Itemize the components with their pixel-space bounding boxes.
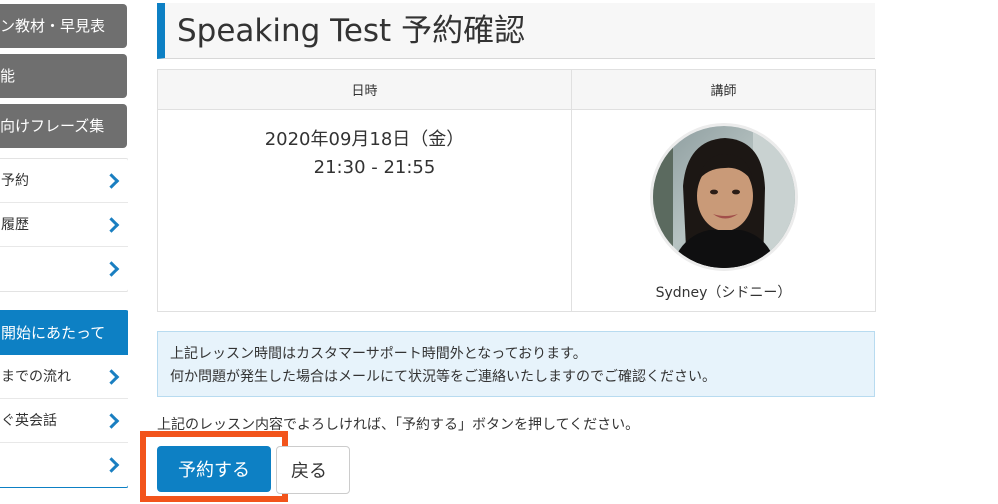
chevron-right-icon bbox=[103, 172, 120, 189]
reserve-button[interactable]: 予約する bbox=[157, 446, 271, 492]
reservation-table: 日時 講師 2020年09月18日（金） 21:30 - 21:55 Sydne… bbox=[157, 69, 876, 312]
lesson-time: 21:30 - 21:55 bbox=[313, 157, 436, 178]
sidebar-item-label: ぐ英会話 bbox=[1, 413, 57, 429]
sidebar-item-reservation[interactable]: 予約 bbox=[0, 159, 128, 203]
sidebar-item-conversation[interactable]: ぐ英会話 bbox=[0, 399, 128, 443]
column-header-datetime: 日時 bbox=[157, 69, 572, 110]
teacher-photo bbox=[652, 126, 795, 268]
sidebar-button-materials[interactable]: ン教材・早見表 bbox=[0, 4, 127, 48]
sidebar-item-other[interactable] bbox=[0, 247, 128, 291]
sidebar-item-label: 予約 bbox=[1, 173, 29, 189]
sidebar-menu-lessons: 予約 履歴 bbox=[0, 158, 128, 292]
sidebar-button-skills[interactable]: 能 bbox=[0, 54, 127, 98]
column-header-teacher: 講師 bbox=[571, 69, 876, 110]
sidebar-menu-getting-started: 開始にあたって までの流れ ぐ英会話 bbox=[0, 310, 128, 488]
sidebar-item-label: 履歴 bbox=[1, 217, 29, 233]
sidebar-item-label: までの流れ bbox=[1, 369, 71, 385]
sidebar-item-flow[interactable]: までの流れ bbox=[0, 355, 128, 399]
teacher-name: Sydney（シドニー） bbox=[655, 285, 792, 301]
chevron-right-icon bbox=[103, 457, 120, 473]
notice-line: 何か問題が発生した場合はメールにて状況等をご連絡いたしますのでご確認ください。 bbox=[170, 369, 716, 385]
page-title: Speaking Test 予約確認 bbox=[177, 13, 526, 49]
sidebar-section-header[interactable]: 開始にあたって bbox=[0, 311, 128, 355]
instruction-text: 上記のレッスン内容でよろしければ、「予約する」ボタンを押してください。 bbox=[157, 417, 640, 433]
datetime-cell: 2020年09月18日（金） 21:30 - 21:55 bbox=[157, 109, 572, 312]
notice-line: 上記レッスン時間はカスタマーサポート時間外となっております。 bbox=[170, 346, 587, 362]
notice-box: 上記レッスン時間はカスタマーサポート時間外となっております。 何か問題が発生した… bbox=[157, 331, 875, 397]
sidebar: ン教材・早見表 能 向けフレーズ集 予約 履歴 開始にあたって までの流れ ぐ英… bbox=[0, 0, 128, 504]
sidebar-item-history[interactable]: 履歴 bbox=[0, 203, 128, 247]
lesson-date: 2020年09月18日（金） bbox=[264, 129, 465, 150]
teacher-cell: Sydney（シドニー） bbox=[571, 109, 876, 312]
chevron-right-icon bbox=[103, 261, 120, 277]
chevron-right-icon bbox=[103, 368, 120, 385]
sidebar-button-phrases[interactable]: 向けフレーズ集 bbox=[0, 104, 127, 148]
chevron-right-icon bbox=[103, 216, 120, 233]
sidebar-item-more[interactable] bbox=[0, 443, 128, 487]
chevron-right-icon bbox=[103, 412, 120, 429]
table-row: 2020年09月18日（金） 21:30 - 21:55 Sydney（シドニー… bbox=[157, 109, 876, 312]
avatar bbox=[649, 123, 798, 271]
page-title-bar: Speaking Test 予約確認 bbox=[157, 3, 875, 59]
back-button[interactable]: 戻る bbox=[276, 446, 350, 494]
